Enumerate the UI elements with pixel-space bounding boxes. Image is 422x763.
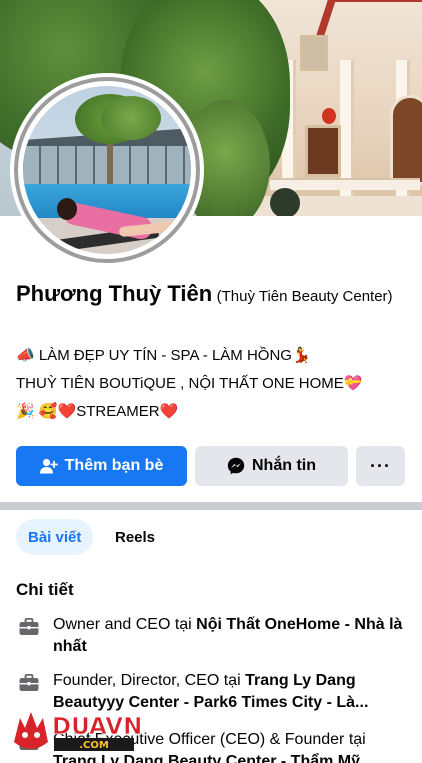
avatar-ring [14, 77, 200, 263]
add-friend-button[interactable]: Thêm bạn bè [16, 446, 187, 486]
message-label: Nhắn tin [252, 457, 316, 474]
tab-posts-label: Bài viết [28, 528, 82, 546]
add-friend-label: Thêm bạn bè [64, 457, 164, 474]
messenger-icon [227, 457, 245, 475]
profile-avatar[interactable] [10, 73, 204, 267]
detail-text: Owner and CEO tại Nội Thất OneHome - Nhà… [53, 614, 410, 658]
bio-line: 📣 LÀM ĐẸP UY TÍN - SPA - LÀM HỒNG💃 [16, 347, 311, 364]
tab-posts[interactable]: Bài viết [16, 519, 94, 555]
briefcase-icon [18, 615, 40, 639]
avatar-person-hair [57, 198, 77, 220]
cover-pillar [340, 60, 354, 216]
profile-name: Phương Thuỳ Tiên [16, 281, 213, 306]
cover-balcony [270, 178, 420, 190]
profile-alternate-name: (Thuỳ Tiên Beauty Center) [216, 288, 393, 305]
cover-lantern [322, 108, 336, 124]
cover-steps [240, 196, 422, 216]
svg-text:DUAVN: DUAVN [52, 714, 140, 740]
bio-line: THUỲ TIÊN BOUTiQUE , NỘI THẤT ONE HOME💝 [16, 375, 363, 392]
detail-item-work[interactable]: Owner and CEO tại Nội Thất OneHome - Nhà… [18, 614, 410, 658]
detail-role: Founder, Director, CEO tại [53, 672, 246, 689]
bio-line: 🎉 🥰❤️STREAMER❤️ [16, 403, 179, 420]
details-heading: Chi tiết [16, 580, 74, 599]
cover-door [305, 125, 341, 177]
briefcase-icon [18, 671, 40, 695]
section-divider [0, 502, 422, 510]
cover-shrub [270, 188, 300, 216]
more-options-label: ··· [370, 455, 391, 476]
watermark-logo: DUAVN .COM [10, 708, 143, 758]
avatar-photo [23, 86, 191, 254]
person-add-icon [39, 458, 58, 474]
profile-bio: 📣 LÀM ĐẸP UY TÍN - SPA - LÀM HỒNG💃 THUỲ … [16, 342, 410, 426]
tab-reels-label: Reels [115, 528, 156, 546]
detail-role: Owner and CEO tại [53, 616, 197, 633]
message-button[interactable]: Nhắn tin [195, 446, 348, 486]
more-options-button[interactable]: ··· [356, 446, 405, 486]
profile-name-block: Phương Thuỳ Tiên (Thuỳ Tiên Beauty Cente… [16, 280, 408, 311]
avatar-palm [101, 96, 161, 140]
cover-arch [390, 95, 422, 185]
tab-reels[interactable]: Reels [103, 519, 167, 555]
cover-window [300, 35, 328, 71]
svg-text:.COM: .COM [79, 740, 109, 751]
